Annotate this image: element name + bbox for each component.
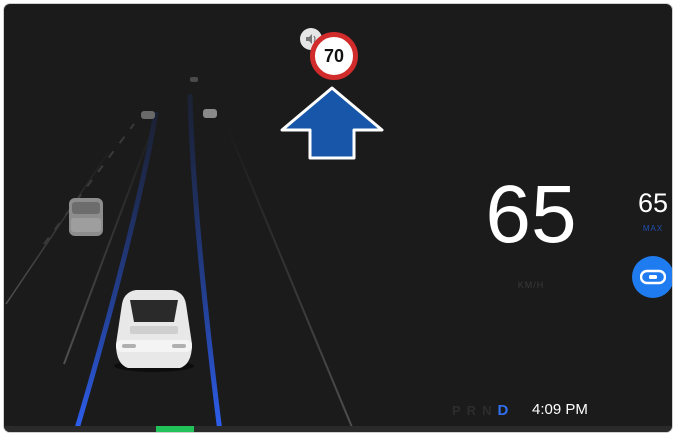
- clock: 4:09 PM: [532, 401, 588, 418]
- adjacent-vehicle: [69, 198, 103, 236]
- distant-car-1: [190, 77, 198, 82]
- distant-car-3: [203, 109, 217, 118]
- gear-d: D: [497, 401, 509, 419]
- gear-selector: P R N D: [452, 400, 508, 420]
- bottom-strip: [4, 426, 672, 432]
- bottom-progress-indicator: [156, 426, 194, 432]
- gear-p: P: [452, 402, 461, 418]
- autosteer-button[interactable]: [632, 256, 672, 298]
- current-speed: 65: [485, 169, 577, 260]
- road-edge-right: [225, 123, 355, 432]
- ego-vehicle: [114, 290, 194, 372]
- distant-car-2: [141, 111, 155, 119]
- cruise-set-speed[interactable]: 65: [624, 190, 672, 217]
- steering-wheel-icon: [640, 269, 666, 285]
- gear-n: N: [482, 402, 492, 418]
- arrow-up-icon: [280, 86, 384, 160]
- speed-unit-label: KM/H: [517, 280, 545, 290]
- speed-limit-value: 70: [323, 45, 345, 66]
- lane-line-right: [187, 93, 223, 432]
- autopilot-display: 70 65 KM/H 65 MAX P R N D 4:09 PM: [4, 4, 672, 432]
- gear-r: R: [466, 402, 477, 418]
- lane-line-left: [73, 111, 159, 432]
- speed-limit-sign: 70: [310, 32, 358, 80]
- cruise-set-label: MAX: [642, 224, 664, 233]
